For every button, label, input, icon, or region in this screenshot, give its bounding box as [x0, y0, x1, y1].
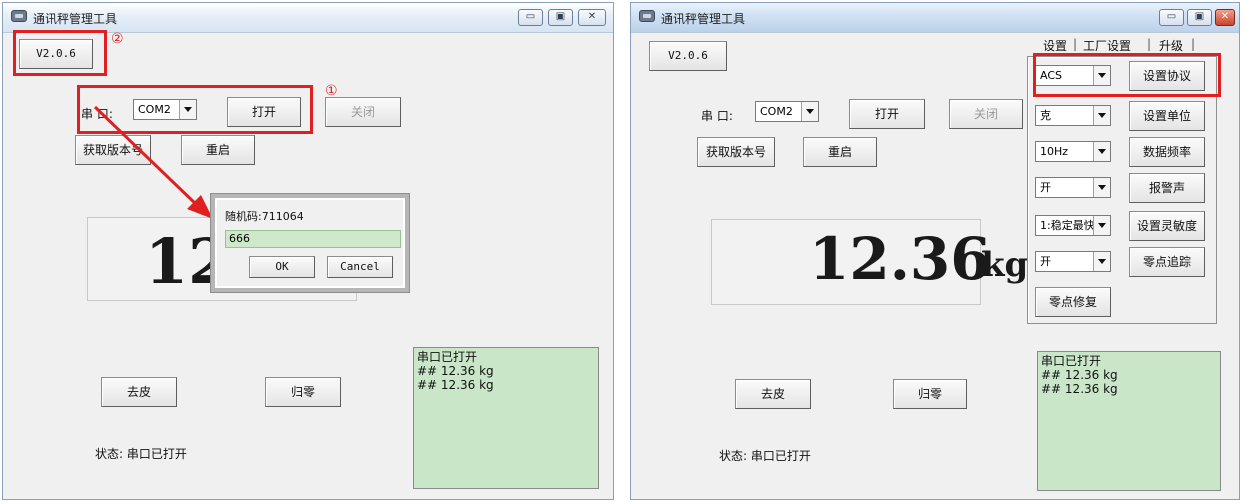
chevron-down-icon[interactable] [1093, 106, 1110, 125]
close-port-button[interactable]: 关闭 [949, 99, 1023, 129]
data-frequency-button[interactable]: 数据频率 [1129, 137, 1205, 167]
alarm-select[interactable]: 开 [1035, 177, 1111, 198]
tare-button[interactable]: 去皮 [101, 377, 177, 407]
maximize-button[interactable]: ▣ [1187, 9, 1212, 26]
minimize-button[interactable]: ▭ [1159, 9, 1184, 26]
zero-repair-button[interactable]: 零点修复 [1035, 287, 1111, 317]
tab-settings[interactable]: 设置 [1043, 37, 1067, 54]
tab-upgrade[interactable]: 升级 [1159, 37, 1183, 54]
serial-port-select[interactable]: COM2 [755, 101, 819, 122]
frequency-select[interactable]: 10Hz [1035, 141, 1111, 162]
restart-button[interactable]: 重启 [803, 137, 877, 167]
status-text: 状态: 串口已打开 [719, 449, 811, 463]
app-icon [639, 10, 655, 22]
sensitivity-value: 1:稳定最快 [1040, 219, 1095, 232]
right-window: 通讯秤管理工具 ▭ ▣ ✕ V2.0.6 串 口: COM2 打开 关闭 获取版… [630, 2, 1240, 500]
log-line: ## 12.36 kg [1041, 368, 1118, 382]
alarm-value: 开 [1040, 181, 1051, 194]
version-button[interactable]: V2.0.6 [649, 41, 727, 71]
weight-value: 12.36 [809, 225, 991, 293]
code-input[interactable]: 666 [225, 230, 401, 248]
log-line: ## 12.36 kg [417, 364, 494, 378]
chevron-down-icon[interactable] [1093, 142, 1110, 161]
chevron-down-icon[interactable] [1093, 252, 1110, 271]
alarm-button[interactable]: 报警声 [1129, 173, 1205, 203]
left-window: 通讯秤管理工具 ▭ ▣ ✕ V2.0.6 ② 串 口: COM2 打开 关闭 ①… [2, 2, 614, 500]
random-code-label: 随机码:711064 [225, 210, 304, 223]
chevron-down-icon[interactable] [801, 102, 818, 121]
unit-select[interactable]: 克 [1035, 105, 1111, 126]
chevron-down-icon[interactable] [1093, 216, 1110, 235]
tare-button[interactable]: 去皮 [735, 379, 811, 409]
set-unit-button[interactable]: 设置单位 [1129, 101, 1205, 131]
tab-separator: | [1073, 37, 1078, 51]
weight-unit: kg [981, 245, 1029, 285]
window-title: 通讯秤管理工具 [661, 12, 746, 26]
highlight-box-protocol [1033, 53, 1221, 97]
status-text: 状态: 串口已打开 [95, 447, 187, 461]
zero-button[interactable]: 归零 [265, 377, 341, 407]
zero-tracking-button[interactable]: 零点追踪 [1129, 247, 1205, 277]
open-port-button[interactable]: 打开 [849, 99, 925, 129]
serial-port-label: 串 口: [701, 109, 733, 123]
serial-port-value: COM2 [760, 105, 793, 118]
chevron-down-icon[interactable] [1093, 178, 1110, 197]
zero-tracking-select[interactable]: 开 [1035, 251, 1111, 272]
frequency-value: 10Hz [1040, 145, 1069, 158]
log-output[interactable]: 串口已打开 ## 12.36 kg ## 12.36 kg [1037, 351, 1221, 491]
verification-dialog: 随机码:711064 666 OK Cancel [211, 194, 409, 292]
tab-separator: | [1147, 37, 1152, 51]
log-line: 串口已打开 [1041, 354, 1102, 368]
unit-value: 克 [1040, 109, 1051, 122]
close-button[interactable]: ✕ [1215, 9, 1235, 26]
log-line: 串口已打开 [417, 350, 478, 364]
title-bar: 通讯秤管理工具 ▭ ▣ ✕ [631, 3, 1239, 33]
sensitivity-select[interactable]: 1:稳定最快 [1035, 215, 1111, 236]
ok-button[interactable]: OK [249, 256, 315, 278]
cancel-button[interactable]: Cancel [327, 256, 393, 278]
set-sensitivity-button[interactable]: 设置灵敏度 [1129, 211, 1205, 241]
tab-factory-settings[interactable]: 工厂设置 [1083, 37, 1131, 54]
log-line: ## 12.36 kg [1041, 382, 1118, 396]
log-output[interactable]: 串口已打开 ## 12.36 kg ## 12.36 kg [413, 347, 599, 489]
log-line: ## 12.36 kg [417, 378, 494, 392]
tab-separator: | [1191, 37, 1196, 51]
get-version-button[interactable]: 获取版本号 [697, 137, 775, 167]
zero-tracking-value: 开 [1040, 255, 1051, 268]
zero-button[interactable]: 归零 [893, 379, 967, 409]
